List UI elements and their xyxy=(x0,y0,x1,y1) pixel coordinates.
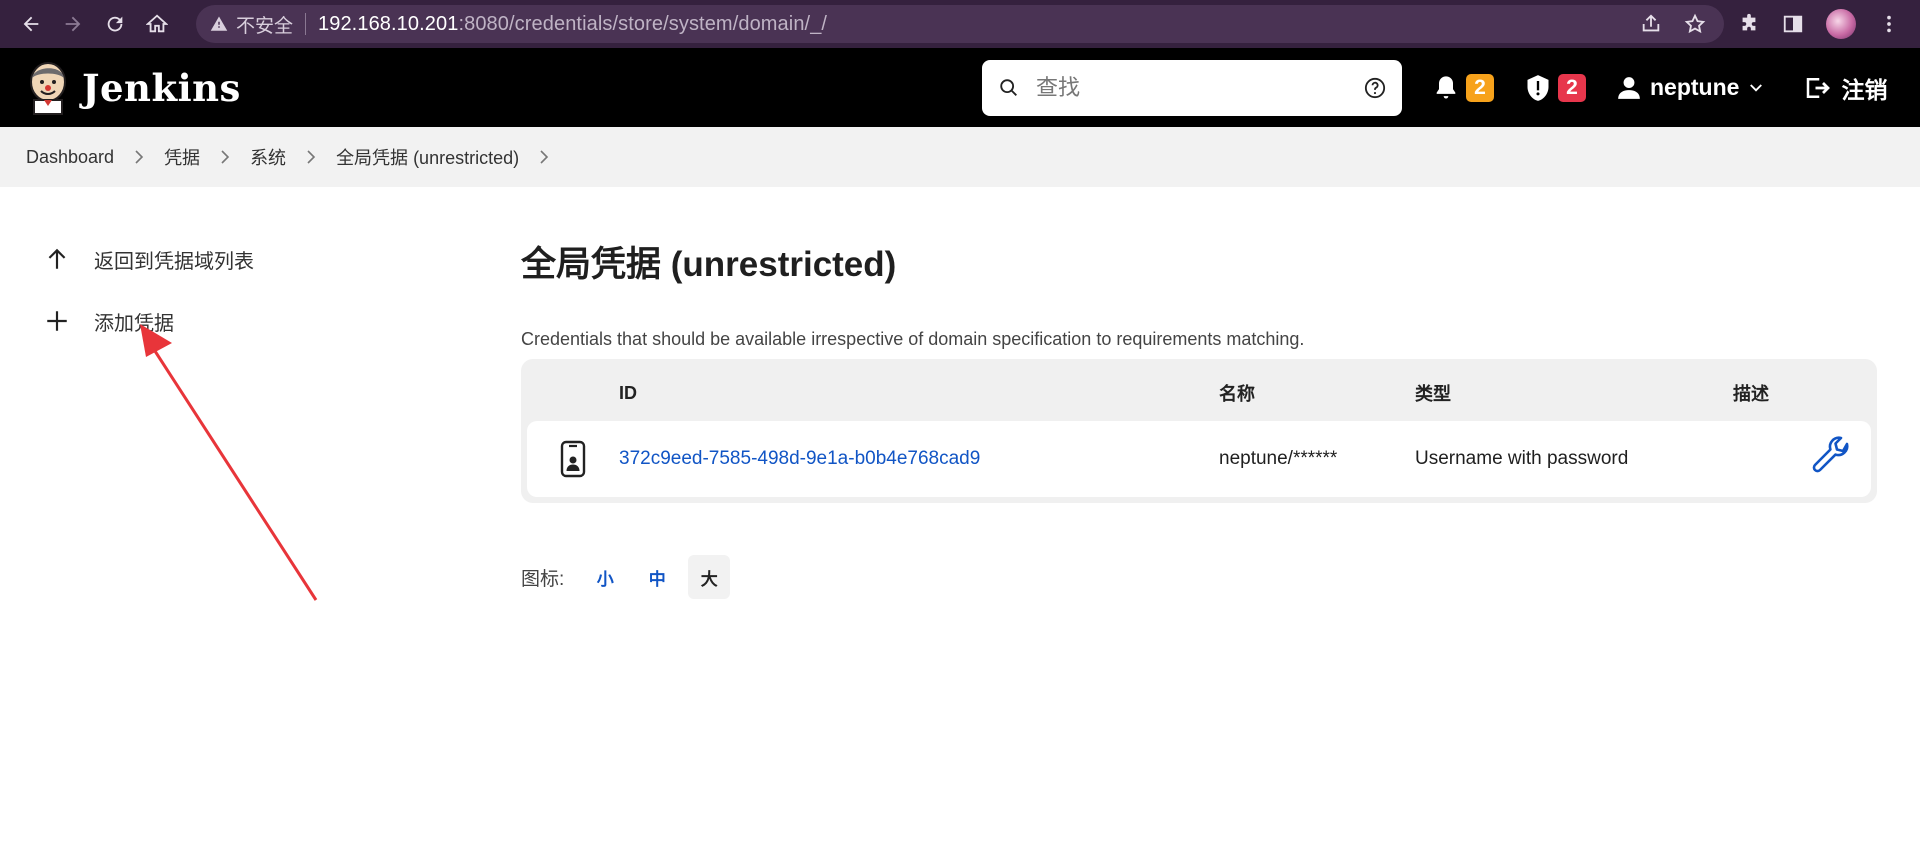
share-icon[interactable] xyxy=(1640,13,1662,35)
breadcrumb: Dashboard 凭据 系统 全局凭据 (unrestricted) xyxy=(0,127,1920,187)
table-header: ID 名称 类型 描述 xyxy=(527,365,1871,421)
credential-name: neptune/****** xyxy=(1219,448,1338,469)
icon-size-selector: 图标: 小 中 大 xyxy=(521,555,1877,599)
side-item-add-credentials[interactable]: 添加凭据 xyxy=(44,290,254,352)
credentials-table: ID 名称 类型 描述 372c9eed-7585-498d-9e1a-b0b4… xyxy=(521,359,1877,503)
icon-size-label: 图标: xyxy=(521,568,565,590)
column-header-id[interactable]: ID xyxy=(619,383,1219,404)
user-menu[interactable]: neptune xyxy=(1616,74,1765,101)
logout-button[interactable]: 注销 xyxy=(1803,71,1887,105)
help-circle-icon[interactable] xyxy=(1364,77,1386,99)
icon-size-small[interactable]: 小 xyxy=(584,555,626,599)
chevron-right-icon xyxy=(540,150,549,164)
user-icon xyxy=(1618,76,1640,99)
url-path: :8080/credentials/store/system/domain/_/ xyxy=(458,12,828,35)
search-input[interactable] xyxy=(1036,75,1364,101)
extensions-puzzle-icon[interactable] xyxy=(1738,13,1760,35)
side-panel: 返回到凭据域列表 添加凭据 xyxy=(44,228,254,352)
jenkins-header: Jenkins 2 2 neptune 注销 xyxy=(0,48,1920,127)
chevron-down-icon xyxy=(1750,83,1763,92)
jenkins-butler-icon xyxy=(30,62,66,115)
breadcrumb-separator xyxy=(200,150,250,164)
icon-size-medium[interactable]: 中 xyxy=(636,555,678,599)
chevron-right-icon xyxy=(135,150,144,164)
column-header-description[interactable]: 描述 xyxy=(1733,380,1871,406)
icon-size-large[interactable]: 大 xyxy=(688,555,731,599)
shield-alert-icon xyxy=(1527,74,1549,101)
bell-icon xyxy=(1436,75,1456,98)
logout-icon xyxy=(1807,77,1831,98)
omnibox-divider xyxy=(305,13,307,35)
search-icon xyxy=(1000,79,1017,96)
reload-button[interactable] xyxy=(94,0,136,48)
security-label: 不安全 xyxy=(236,15,294,37)
brand-name: Jenkins xyxy=(82,66,241,110)
wrench-icon xyxy=(1812,436,1849,473)
reload-icon xyxy=(107,16,123,32)
breadcrumb-separator[interactable] xyxy=(519,150,569,164)
configure-credential-button[interactable] xyxy=(1809,434,1853,484)
notifications-button[interactable]: 2 xyxy=(1432,73,1494,102)
logout-label: 注销 xyxy=(1841,76,1888,103)
column-header-type[interactable]: 类型 xyxy=(1415,380,1733,406)
back-button[interactable] xyxy=(10,0,52,48)
browser-toolbar: 不安全 192.168.10.201:8080/credentials/stor… xyxy=(0,0,1920,48)
notifications-badge: 2 xyxy=(1466,73,1494,102)
breadcrumb-separator xyxy=(114,150,164,164)
domain-description: Credentials that should be available irr… xyxy=(521,329,1305,349)
url-text[interactable]: 192.168.10.201:8080/credentials/store/sy… xyxy=(318,13,827,36)
breadcrumb-global-domain[interactable]: 全局凭据 (unrestricted) xyxy=(336,144,519,170)
profile-avatar[interactable] xyxy=(1826,9,1856,39)
page-title: 全局凭据 (unrestricted) xyxy=(521,245,897,284)
chevron-right-icon xyxy=(307,150,316,164)
breadcrumb-system[interactable]: 系统 xyxy=(250,144,286,170)
breadcrumb-separator xyxy=(286,150,336,164)
side-item-back-to-domains[interactable]: 返回到凭据域列表 xyxy=(44,228,254,290)
address-bar[interactable]: 不安全 192.168.10.201:8080/credentials/stor… xyxy=(196,5,1724,43)
credential-id-card-icon xyxy=(560,440,586,478)
warning-triangle-icon xyxy=(210,16,228,31)
breadcrumb-dashboard[interactable]: Dashboard xyxy=(26,147,114,168)
home-icon xyxy=(146,14,168,33)
side-item-label: 添加凭据 xyxy=(94,312,174,335)
column-header-name[interactable]: 名称 xyxy=(1219,380,1415,406)
search-box[interactable] xyxy=(982,60,1402,116)
side-panel-icon[interactable] xyxy=(1782,13,1804,35)
security-badge: 2 xyxy=(1558,73,1586,102)
arrow-left-icon xyxy=(23,16,39,32)
credential-id-link[interactable]: 372c9eed-7585-498d-9e1a-b0b4e768cad9 xyxy=(619,448,980,469)
credential-type: Username with password xyxy=(1415,448,1629,469)
url-host: 192.168.10.201 xyxy=(318,12,459,35)
menu-kebab-icon[interactable] xyxy=(1878,13,1900,35)
credential-type-cell xyxy=(527,440,619,478)
arrow-up-icon xyxy=(48,248,66,269)
home-button[interactable] xyxy=(136,0,178,48)
jenkins-logo-link[interactable]: Jenkins xyxy=(26,60,241,116)
bookmark-star-icon[interactable] xyxy=(1684,13,1706,35)
security-indicator[interactable]: 不安全 xyxy=(210,11,293,38)
breadcrumb-credentials[interactable]: 凭据 xyxy=(164,144,200,170)
chevron-right-icon xyxy=(221,150,230,164)
arrow-right-icon xyxy=(65,16,81,32)
side-item-label: 返回到凭据域列表 xyxy=(94,250,254,273)
plus-icon xyxy=(47,311,67,331)
security-alerts-button[interactable]: 2 xyxy=(1524,73,1586,102)
table-row: 372c9eed-7585-498d-9e1a-b0b4e768cad9 nep… xyxy=(527,421,1871,497)
forward-button[interactable] xyxy=(52,0,94,48)
username: neptune xyxy=(1650,74,1740,100)
main-panel: 全局凭据 (unrestricted) Credentials that sho… xyxy=(521,236,1877,599)
